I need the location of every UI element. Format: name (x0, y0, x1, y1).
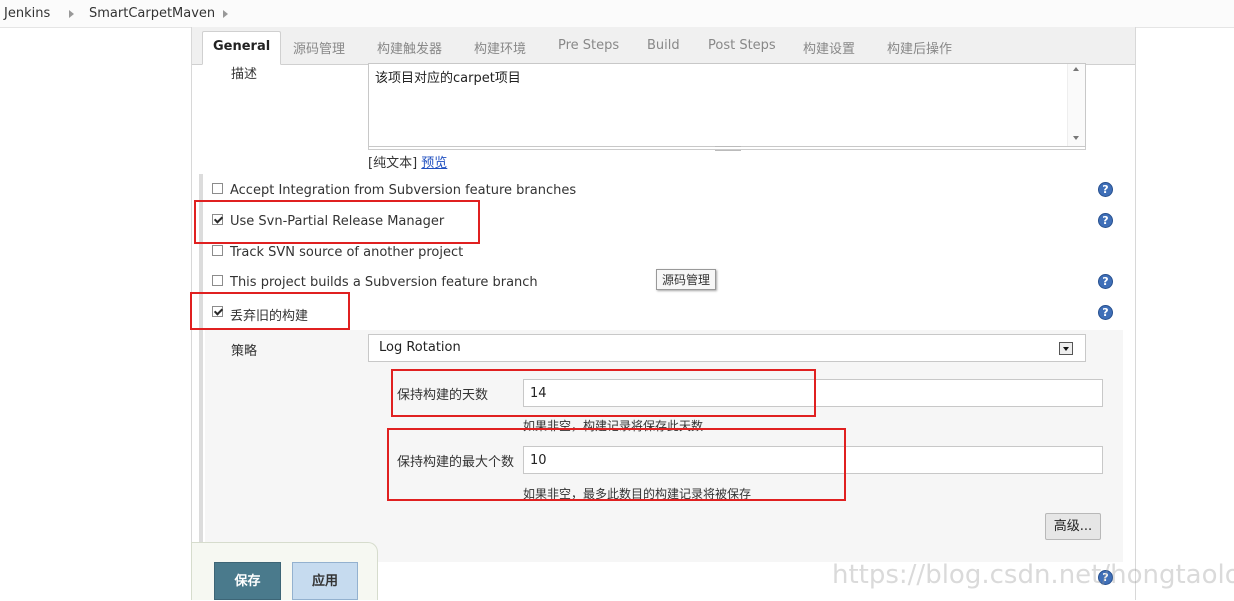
help-icon[interactable]: ? (1098, 274, 1113, 289)
preview-link[interactable]: 预览 (421, 156, 447, 171)
resize-grip-icon[interactable] (715, 146, 741, 151)
accept-integration-label: Accept Integration from Subversion featu… (230, 183, 577, 198)
help-icon[interactable]: ? (1098, 182, 1113, 197)
watermark: https://blog.csdn.net/hongtaolong (832, 560, 1234, 590)
tab-post-steps[interactable]: Post Steps (708, 38, 776, 53)
tab-build-environment[interactable]: 构建环境 (474, 38, 526, 57)
breadcrumb-project[interactable]: SmartCarpetMaven (89, 6, 215, 21)
help-icon[interactable]: ? (1098, 305, 1113, 320)
textarea-scrollbar[interactable] (1067, 64, 1085, 146)
help-icon[interactable]: ? (1098, 213, 1113, 228)
tab-build-settings[interactable]: 构建设置 (803, 38, 855, 57)
description-text: 该项目对应的carpet项目 (375, 71, 521, 86)
tab-scm[interactable]: 源码管理 (293, 38, 345, 57)
feature-branch-label: This project builds a Subversion feature… (230, 275, 538, 290)
advanced-button[interactable]: 高级... (1045, 513, 1101, 540)
highlight-box-discard-builds (190, 292, 350, 330)
highlight-box-svn-partial (194, 200, 480, 244)
tab-pre-steps[interactable]: Pre Steps (558, 38, 619, 53)
strategy-selected-value: Log Rotation (379, 340, 461, 355)
strategy-select[interactable]: Log Rotation (368, 334, 1086, 362)
tab-post-build-actions[interactable]: 构建后操作 (887, 38, 952, 57)
feature-branch-checkbox[interactable] (212, 275, 223, 286)
breadcrumb: Jenkins SmartCarpetMaven (0, 0, 1234, 28)
highlight-box-max-builds (387, 428, 846, 501)
breadcrumb-separator-icon[interactable] (223, 10, 228, 18)
tooltip: 源码管理 (656, 269, 717, 290)
config-tabs: General 源码管理 构建触发器 构建环境 Pre Steps Build … (192, 27, 1135, 65)
scroll-down-icon[interactable] (1073, 136, 1079, 140)
apply-button[interactable]: 应用 (292, 562, 358, 600)
tab-general[interactable]: General (202, 31, 282, 65)
track-svn-source-label: Track SVN source of another project (230, 245, 464, 260)
tab-build[interactable]: Build (647, 38, 680, 53)
highlight-box-days-to-keep (391, 369, 816, 417)
track-svn-source-checkbox[interactable] (212, 245, 223, 256)
plain-text-label: [纯文本] (368, 156, 418, 171)
scroll-up-icon[interactable] (1073, 67, 1079, 71)
tab-build-triggers[interactable]: 构建触发器 (377, 38, 442, 57)
description-textarea[interactable]: 该项目对应的carpet项目 (368, 63, 1086, 147)
description-label: 描述 (231, 67, 258, 82)
save-button[interactable]: 保存 (214, 562, 281, 600)
accept-integration-checkbox[interactable] (212, 183, 223, 194)
breadcrumb-separator-icon[interactable] (69, 10, 74, 18)
strategy-label: 策略 (231, 344, 258, 359)
chevron-down-icon[interactable] (1059, 342, 1073, 355)
breadcrumb-jenkins[interactable]: Jenkins (4, 6, 50, 21)
description-format-row: [纯文本] 预览 (368, 152, 447, 171)
